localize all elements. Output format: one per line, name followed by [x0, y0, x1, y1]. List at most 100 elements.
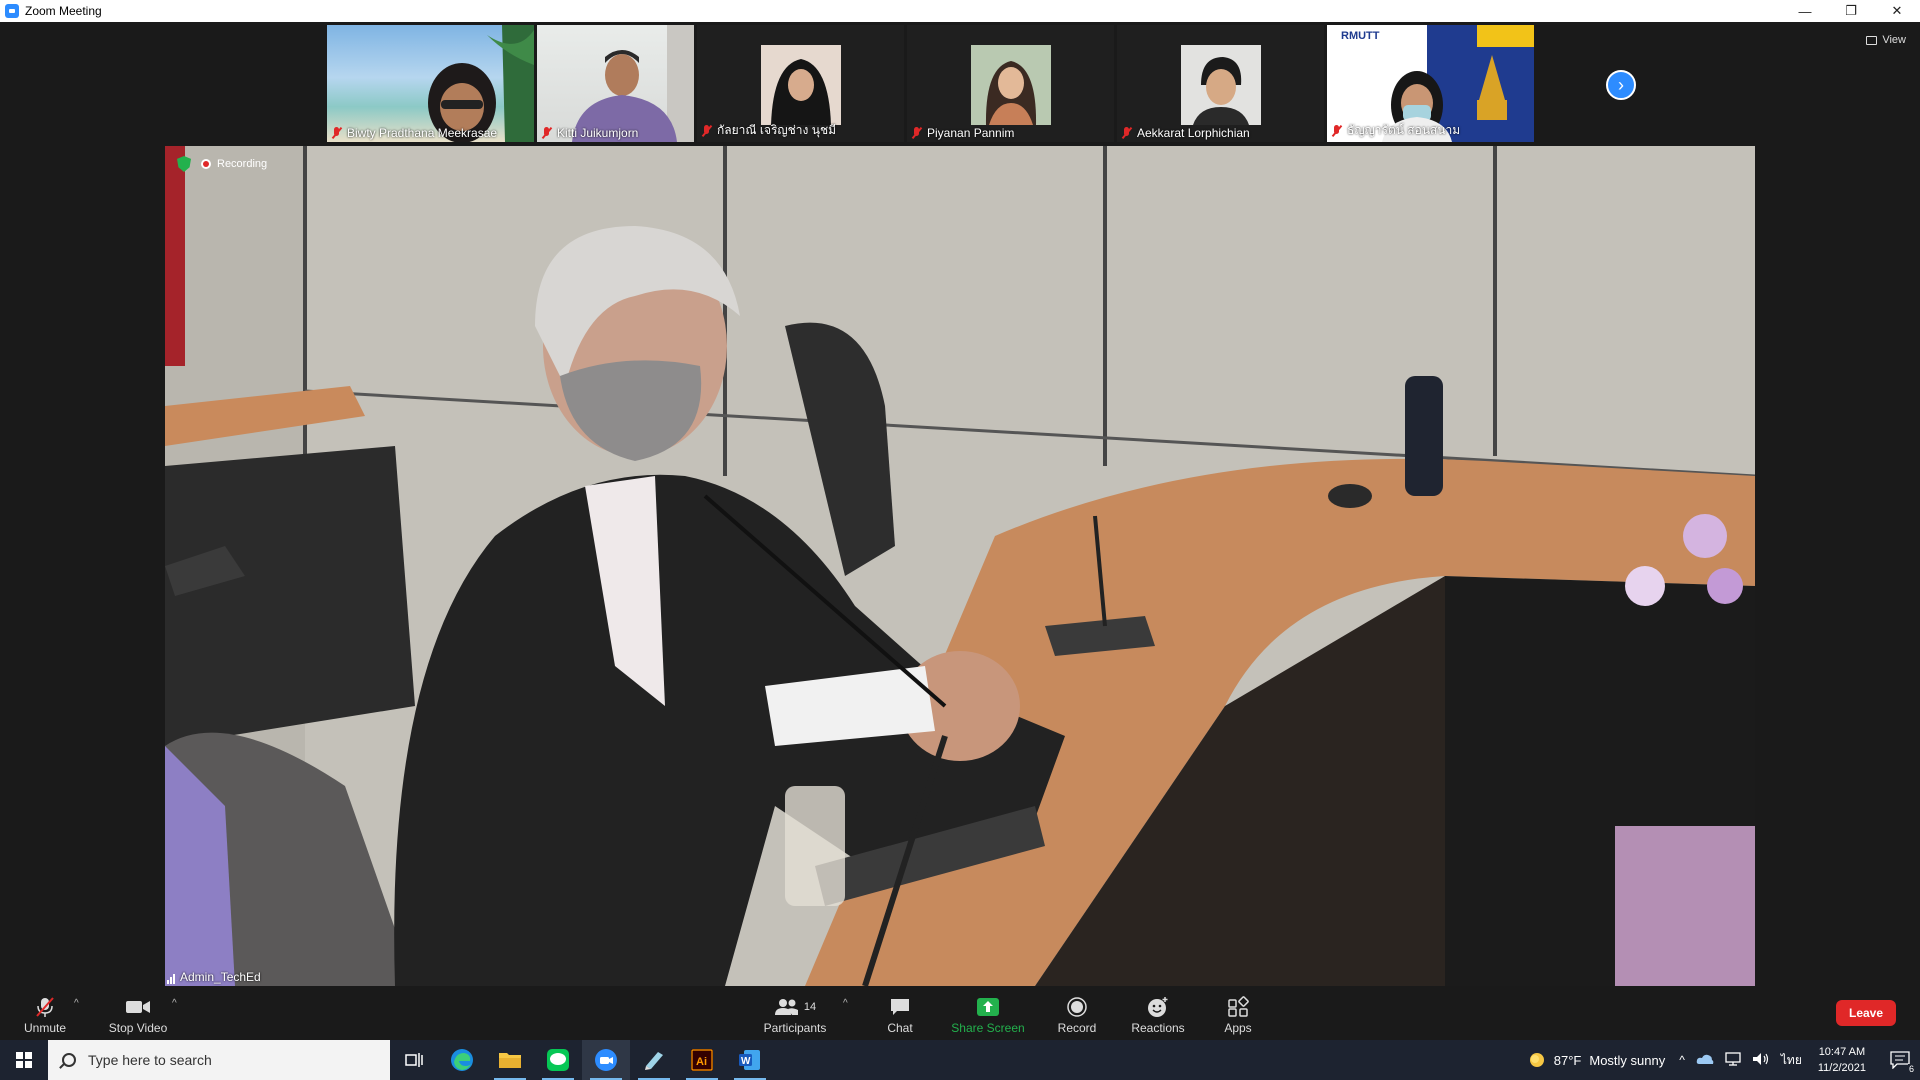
participants-label: Participants	[763, 1020, 827, 1035]
participant-name-row: Aekkarat Lorphichian	[1121, 126, 1250, 140]
mic-muted-icon	[1331, 124, 1343, 137]
input-language[interactable]: ไทย	[1781, 1051, 1802, 1070]
onedrive-icon[interactable]	[1696, 1052, 1714, 1068]
leave-button[interactable]: Leave	[1836, 1000, 1896, 1026]
title-bar: Zoom Meeting — ❐ ✕	[0, 0, 1920, 22]
participant-tile[interactable]: Kitti Juikumjorn	[537, 25, 694, 142]
participant-tile[interactable]: RMUTT ธัญญารัตน์ สอนสนาม	[1327, 25, 1534, 142]
share-screen-icon	[977, 997, 999, 1016]
participant-name: ธัญญารัตน์ สอนสนาม	[1347, 123, 1461, 137]
chat-icon	[891, 998, 909, 1015]
next-page-button[interactable]: ›	[1606, 70, 1636, 100]
participant-name-row: Kitti Juikumjorn	[541, 126, 638, 140]
illustrator-app-icon: Ai	[691, 1049, 713, 1071]
start-button[interactable]	[0, 1040, 48, 1080]
taskbar-search-box[interactable]: Type here to search	[48, 1040, 390, 1080]
rmutt-logo: RMUTT	[1341, 30, 1380, 42]
share-screen-button[interactable]: Share Screen	[950, 990, 1026, 1040]
network-icon[interactable]	[1724, 1051, 1742, 1069]
participant-tile[interactable]: Aekkarat Lorphichian	[1117, 25, 1324, 142]
clock-date: 11/2/2021	[1817, 1062, 1866, 1074]
participants-count: 14	[803, 1000, 817, 1013]
participant-name: Aekkarat Lorphichian	[1137, 126, 1250, 140]
window-title: Zoom Meeting	[25, 4, 102, 18]
stop-video-label: Stop Video	[108, 1020, 168, 1035]
apps-button[interactable]: Apps	[1218, 990, 1258, 1040]
task-view-icon	[405, 1053, 423, 1067]
chat-label: Chat	[887, 1020, 913, 1035]
participants-options-caret-icon[interactable]: ^	[843, 998, 848, 1009]
participant-video-image	[428, 25, 534, 142]
taskbar-edge[interactable]	[438, 1040, 486, 1080]
participant-avatar	[760, 45, 841, 125]
participant-avatar	[970, 45, 1051, 125]
participant-tile[interactable]: กัลยาณี เจริญช่าง นุชมี	[697, 25, 904, 142]
windows-taskbar: Type here to search Ai W 87°F Mostly sun…	[0, 1040, 1920, 1080]
show-hidden-icons-chevron-icon[interactable]: ^	[1679, 1053, 1685, 1067]
mic-muted-icon	[36, 996, 54, 1017]
reactions-button[interactable]: Reactions	[1128, 990, 1188, 1040]
file-explorer-icon	[499, 1053, 521, 1068]
reactions-smiley-icon	[1148, 996, 1168, 1017]
share-screen-label: Share Screen	[951, 1020, 1025, 1035]
participant-name: Biwty Pradthana Meekrasae	[347, 126, 498, 140]
reactions-label: Reactions	[1131, 1020, 1185, 1035]
taskbar-zoom[interactable]	[582, 1040, 630, 1080]
participant-strip: Biwty Pradthana Meekrasae Kitti Juikumjo…	[327, 25, 1537, 142]
view-button[interactable]: View	[1866, 34, 1906, 46]
action-center-button[interactable]: 6	[1880, 1040, 1920, 1080]
grid-view-icon	[1866, 35, 1878, 45]
windows-logo-icon	[16, 1052, 32, 1068]
taskbar-line[interactable]	[534, 1040, 582, 1080]
volume-icon[interactable]	[1752, 1052, 1770, 1069]
task-view-button[interactable]	[390, 1040, 438, 1080]
mic-muted-icon	[1121, 127, 1133, 139]
participants-icon	[774, 998, 798, 1015]
speaker-video-feed	[165, 146, 1755, 986]
notes-app-icon	[645, 1052, 663, 1070]
system-tray: 87°F Mostly sunny ^ ไทย 10:47 AM 11/2/20…	[1526, 1040, 1920, 1080]
taskbar-notes[interactable]	[630, 1040, 678, 1080]
encryption-shield-icon	[177, 156, 191, 172]
svg-text:Ai: Ai	[696, 1056, 707, 1068]
record-label: Record	[1057, 1020, 1097, 1035]
weather-text: Mostly sunny	[1589, 1052, 1666, 1068]
stop-video-button[interactable]: Stop Video	[104, 990, 172, 1040]
participant-tile[interactable]: Biwty Pradthana Meekrasae	[327, 25, 534, 142]
taskbar-clock[interactable]: 10:47 AM 11/2/2021	[1818, 1044, 1866, 1076]
taskbar-illustrator[interactable]: Ai	[678, 1040, 726, 1080]
taskbar-word[interactable]: W	[726, 1040, 774, 1080]
window-controls: — ❐ ✕	[1782, 0, 1920, 22]
participant-video-image	[572, 25, 694, 142]
participants-button[interactable]: 14 Participants	[755, 990, 835, 1040]
weather-widget[interactable]: 87°F Mostly sunny	[1526, 1049, 1665, 1071]
close-button[interactable]: ✕	[1874, 0, 1920, 22]
participant-name-row: Piyanan Pannim	[911, 126, 1014, 140]
audio-options-caret-icon[interactable]: ^	[74, 998, 79, 1009]
mic-muted-icon	[911, 127, 923, 139]
apps-label: Apps	[1224, 1020, 1252, 1035]
restore-button[interactable]: ❐	[1828, 0, 1874, 22]
recording-dot-icon	[201, 159, 211, 169]
video-camera-icon	[126, 1000, 150, 1013]
recording-indicator: Recording	[177, 156, 267, 172]
mic-muted-icon	[541, 127, 553, 139]
active-speaker-video[interactable]: Recording Admin_TechEd	[165, 146, 1755, 986]
video-options-caret-icon[interactable]: ^	[172, 998, 177, 1009]
participant-tile[interactable]: Piyanan Pannim	[907, 25, 1114, 142]
unmute-label: Unmute	[23, 1020, 67, 1035]
recording-label: Recording	[217, 158, 268, 170]
weather-temp: 87°F	[1553, 1052, 1582, 1068]
unmute-button[interactable]: Unmute	[14, 990, 76, 1040]
meeting-toolbar: Unmute ^ Stop Video ^ 14 Participants ^	[0, 990, 1920, 1040]
chat-button[interactable]: Chat	[880, 990, 920, 1040]
view-label: View	[1882, 34, 1906, 46]
line-app-icon	[547, 1049, 569, 1071]
taskbar-file-explorer[interactable]	[486, 1040, 534, 1080]
record-button[interactable]: Record	[1054, 990, 1100, 1040]
minimize-button[interactable]: —	[1782, 0, 1828, 22]
mic-muted-icon	[331, 127, 343, 139]
participant-name-row: กัลยาณี เจริญช่าง นุชมี	[701, 121, 836, 140]
chevron-right-icon: ›	[1618, 74, 1624, 95]
apps-icon	[1228, 995, 1249, 1017]
